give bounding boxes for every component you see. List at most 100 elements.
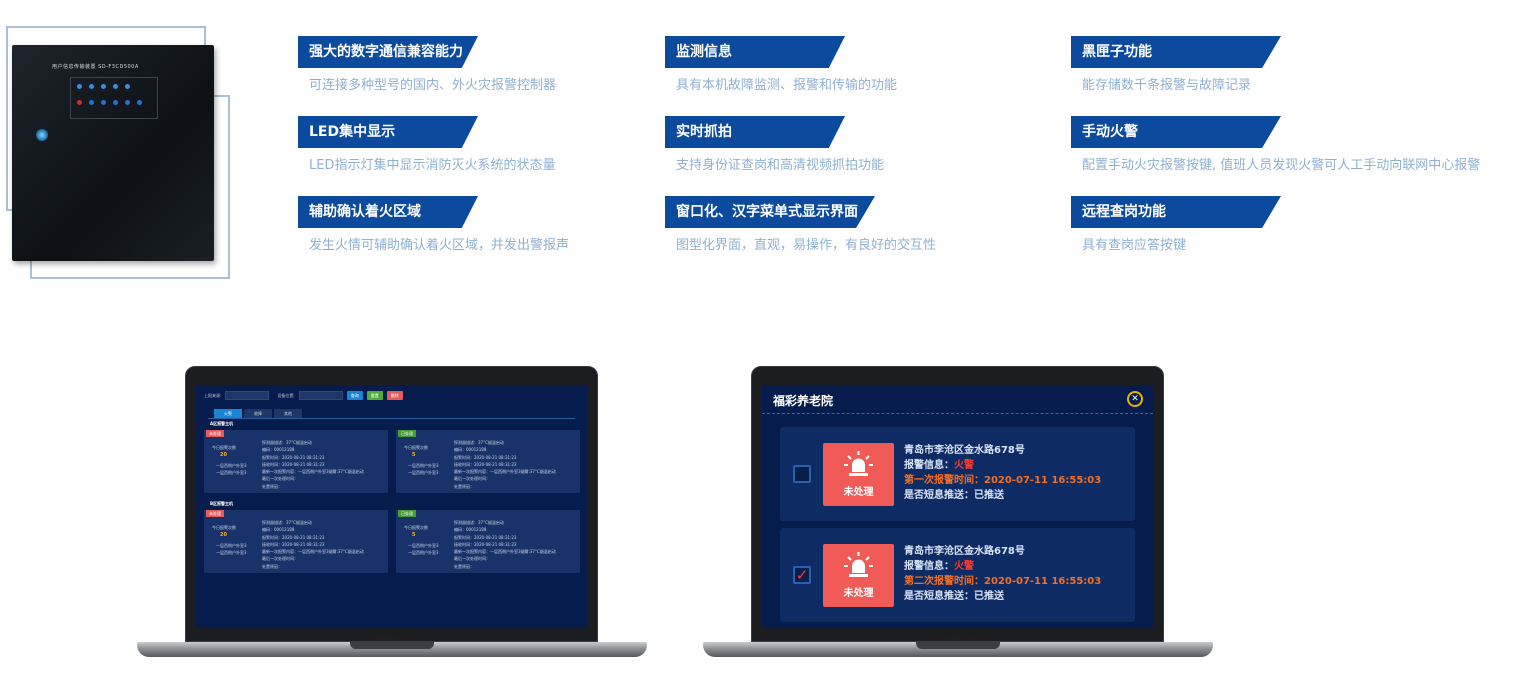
reset-button[interactable]: 重置	[366, 391, 383, 400]
feature-title: 强大的数字通信兼容能力	[298, 36, 478, 68]
alarm-card[interactable]: 已处理 今日报警次数 5 一层西侧户外室3 一层西侧户外室3 探测器描述：37°…	[396, 510, 580, 573]
info-line: 最后一次处理时间：	[454, 476, 490, 482]
feature-title: 监测信息	[665, 36, 845, 68]
led-icon	[125, 84, 130, 89]
delete-button[interactable]: 删除	[386, 391, 403, 400]
feature-title: 手动火警	[1071, 116, 1281, 148]
info-line: 接收时间：2020-08-21 08:31:23	[454, 461, 517, 467]
alarm-status-label: 未处理	[843, 487, 874, 498]
feature-title: 黑匣子功能	[1071, 36, 1281, 68]
feature-item: 手动火警 配置手动火灾报警按键, 值班人员发现火警可人工手动向联网中心报警	[1071, 116, 1480, 173]
laptop-screen: 上报来源: 设备位置: 查询 重置 删除 火警 故障 其他 A区报警主机 未处理…	[196, 385, 587, 628]
feature-desc: 能存储数千条报警与故障记录	[1082, 78, 1252, 93]
feature-item: 监测信息 具有本机故障监测、报警和传输的功能	[665, 36, 897, 93]
feature-desc: 具有本机故障监测、报警和传输的功能	[676, 78, 898, 93]
device-led-panel	[70, 77, 158, 119]
alarm-label: 报警信息：	[904, 460, 954, 471]
info-line: 报警时间：2020-08-21 08:31:23	[262, 534, 325, 540]
tab-fault[interactable]: 故障	[244, 409, 272, 418]
info-line: 最后一次处理时间：	[262, 476, 298, 482]
location-label: 设备位置:	[277, 392, 295, 398]
info-line: 处置原因：	[454, 483, 474, 489]
alarm-info-line: 报警信息：火警	[904, 559, 1101, 574]
laptop-label: MacBook Pro	[939, 635, 978, 642]
close-icon[interactable]: ✕	[1127, 391, 1143, 407]
sms-line: 是否短息推送：已推送	[904, 488, 1101, 503]
device-name: 一层西侧户外室3	[216, 463, 247, 468]
feature-item: LED集中显示 LED指示灯集中显示消防灭火系统的状态量	[298, 116, 555, 173]
time-label: 第二次报警时间：	[904, 576, 984, 587]
sms-label: 是否短息推送：	[904, 490, 974, 501]
info-line: 编码：00012188	[262, 447, 295, 453]
address: 青岛市李沧区金水路678号	[904, 546, 1025, 557]
led-icon	[89, 100, 94, 105]
feature-item: 实时抓拍 支持身份证查岗和高清视频抓拍功能	[665, 116, 884, 173]
led-icon	[113, 100, 118, 105]
alarm-card[interactable]: 未处理 青岛市李沧区金水路678号 报警信息：火警 第一次报警时间：2020-0…	[780, 427, 1135, 521]
alarm-count: 20	[220, 452, 227, 458]
status-badge: 未处理	[206, 510, 224, 517]
alarm-count: 20	[220, 532, 227, 538]
device-name: 一层西侧户外室3	[408, 463, 439, 468]
tab-fire[interactable]: 火警	[214, 409, 242, 418]
alarm-info: 探测器描述：37°C烟温启动 编码：00012188 报警时间：2020-08-…	[454, 439, 556, 490]
feature-title: 远程查岗功能	[1071, 196, 1281, 228]
device-name: 一层西侧户外室3	[216, 470, 247, 475]
sms-value: 已推送	[974, 591, 1004, 602]
alarm-card[interactable]: 未处理 今日报警次数 20 一层西侧户外室3 一层西侧户外室3 探测器描述：37…	[204, 430, 388, 493]
feature-desc: 支持身份证查岗和高清视频抓拍功能	[676, 158, 885, 173]
feature-item: 辅助确认着火区域 发生火情可辅助确认着火区域，并发出警报声	[298, 196, 569, 253]
led-icon	[77, 84, 82, 89]
laptop-left: 上报来源: 设备位置: 查询 重置 删除 火警 故障 其他 A区报警主机 未处理…	[137, 366, 647, 676]
siren-icon	[844, 552, 873, 577]
feature-item: 远程查岗功能 具有查岗应答按键	[1071, 196, 1281, 253]
sms-label: 是否短息推送：	[904, 591, 974, 602]
alarm-info-line: 报警信息：火警	[904, 458, 1101, 473]
info-line: 处置原因：	[454, 563, 474, 569]
divider	[208, 418, 575, 419]
device-image: 用户信息传输装置 SD-F3CD500A	[12, 45, 214, 261]
feature-title: 实时抓拍	[665, 116, 845, 148]
select-checkbox[interactable]	[793, 465, 811, 483]
laptop-label: MacBook Pro	[373, 635, 412, 642]
info-line: 探测器描述：37°C烟温启动	[262, 520, 312, 525]
source-label: 上报来源:	[204, 392, 222, 398]
feature-desc: 图型化界面，直观，易操作，有良好的交互性	[676, 238, 937, 253]
alarm-card[interactable]: ✓ 未处理 青岛市李沧区金水路678号 报警信息：火警 第二次报警时间：2020…	[780, 528, 1135, 622]
laptop-right: 福彩养老院 ✕ 未处理 青岛市李沧区金水路678号 报警信息：火警 第一次报警时…	[703, 366, 1213, 676]
select-checkbox[interactable]: ✓	[793, 566, 811, 584]
alarm-info: 探测器描述：37°C烟温启动 编码：00012188 报警时间：2020-08-…	[262, 439, 364, 490]
feature-desc: 发生火情可辅助确认着火区域，并发出警报声	[309, 238, 570, 253]
alarm-card[interactable]: 未处理 今日报警次数 20 一层西侧户外室3 一层西侧户外室3 探测器描述：37…	[204, 510, 388, 573]
info-line: 接收时间：2020-08-21 08:31:23	[262, 461, 325, 467]
status-badge: 已处理	[398, 510, 416, 517]
led-icon	[101, 100, 106, 105]
alarm-count: 5	[412, 452, 416, 458]
led-icon	[125, 100, 130, 105]
led-icon	[77, 100, 82, 105]
feature-title: LED集中显示	[298, 116, 478, 148]
alarm-details: 青岛市李沧区金水路678号 报警信息：火警 第二次报警时间：2020-07-11…	[904, 544, 1101, 604]
device-name: 一层西侧户外室3	[216, 550, 247, 555]
source-select[interactable]	[225, 391, 270, 400]
count-label: 今日报警次数	[404, 445, 428, 450]
search-button[interactable]: 查询	[346, 391, 363, 400]
checkmark-icon: ✓	[795, 566, 809, 584]
led-icon	[113, 84, 118, 89]
info-line: 探测器描述：37°C烟温启动	[262, 440, 312, 445]
alarm-value: 火警	[954, 561, 974, 572]
device-name: 一层西侧户外室3	[408, 470, 439, 475]
led-icon	[101, 84, 106, 89]
location-input[interactable]	[298, 391, 343, 400]
tab-other[interactable]: 其他	[274, 409, 302, 418]
alarm-card[interactable]: 已处理 今日报警次数 5 一层西侧户外室3 一层西侧户外室3 探测器描述：37°…	[396, 430, 580, 493]
count-label: 今日报警次数	[212, 445, 236, 450]
feature-title: 辅助确认着火区域	[298, 196, 478, 228]
feature-item: 黑匣子功能 能存储数千条报警与故障记录	[1071, 36, 1281, 93]
sms-line: 是否短息推送：已推送	[904, 589, 1101, 604]
info-line: 接收时间：2020-08-21 08:31:23	[454, 541, 517, 547]
alarm-status-label: 未处理	[843, 588, 874, 599]
info-line: 编码：00012188	[454, 447, 487, 453]
laptop-notch	[916, 642, 1000, 649]
status-badge: 已处理	[398, 430, 416, 437]
